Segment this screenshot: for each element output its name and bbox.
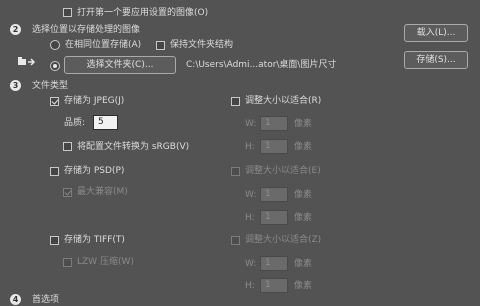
jpeg-width-unit: 像素 <box>294 119 313 129</box>
jpeg-height-input[interactable]: 1 <box>260 139 288 154</box>
psd-height-label: H: <box>245 213 255 223</box>
jpeg-height-label: H: <box>245 142 255 152</box>
tiff-resize-label: 调整大小以适合(Z) <box>245 235 322 245</box>
tiff-height-label: H: <box>245 281 255 291</box>
lzw-checkbox[interactable] <box>63 258 72 267</box>
convert-srgb-label: 将配置文件转换为 sRGB(V) <box>77 142 190 152</box>
quality-label: 品质: <box>64 118 86 128</box>
tiff-height-input[interactable]: 1 <box>260 278 288 293</box>
keep-structure-checkbox[interactable] <box>156 41 165 50</box>
folder-arrow-icon <box>18 57 36 66</box>
convert-srgb-checkbox[interactable] <box>63 142 72 151</box>
save-tiff-checkbox[interactable] <box>50 236 59 245</box>
open-first-checkbox[interactable] <box>63 8 72 17</box>
max-compat-label: 最大兼容(M) <box>77 187 128 197</box>
same-location-label: 在相同位置存储(A) <box>65 40 142 50</box>
step-4-heading: 首选项 <box>32 295 60 305</box>
psd-resize-checkbox[interactable] <box>231 167 240 176</box>
jpeg-height-unit: 像素 <box>294 142 313 152</box>
jpeg-resize-label: 调整大小以适合(R) <box>245 96 322 106</box>
psd-width-input[interactable]: 1 <box>260 187 288 202</box>
jpeg-resize-checkbox[interactable] <box>231 97 240 106</box>
psd-width-unit: 像素 <box>294 190 313 200</box>
tiff-width-input[interactable]: 1 <box>260 256 288 271</box>
choose-folder-button[interactable]: 选择文件夹(C)... <box>64 56 176 74</box>
psd-width-label: W: <box>245 190 257 200</box>
jpeg-width-label: W: <box>245 119 257 129</box>
save-jpeg-label: 存储为 JPEG(J) <box>64 96 125 106</box>
folder-path: C:\Users\Admi...ator\桌面\图片尺寸 <box>186 60 337 70</box>
tiff-resize-checkbox[interactable] <box>231 236 240 245</box>
save-psd-checkbox[interactable] <box>50 167 59 176</box>
tiff-width-label: W: <box>245 259 257 269</box>
max-compat-checkbox[interactable] <box>63 188 72 197</box>
open-first-label: 打开第一个要应用设置的图像(O) <box>77 8 209 18</box>
save-psd-label: 存储为 PSD(P) <box>64 166 125 176</box>
save-tiff-label: 存储为 TIFF(T) <box>64 235 125 245</box>
step-3-heading: 文件类型 <box>32 81 69 91</box>
step-2-heading: 选择位置以存储处理的图像 <box>32 25 141 35</box>
psd-height-unit: 像素 <box>294 213 313 223</box>
choose-folder-radio[interactable] <box>50 61 60 71</box>
quality-input[interactable]: 5 <box>93 115 118 130</box>
keep-structure-label: 保持文件夹结构 <box>170 40 234 50</box>
tiff-height-unit: 像素 <box>294 281 313 291</box>
psd-height-input[interactable]: 1 <box>260 210 288 225</box>
lzw-label: LZW 压缩(W) <box>77 257 134 267</box>
load-button[interactable]: 载入(L)... <box>404 24 468 42</box>
step-3-badge: 3 <box>10 80 21 91</box>
save-jpeg-checkbox[interactable] <box>50 97 59 106</box>
same-location-radio[interactable] <box>50 40 60 50</box>
step-2-badge: 2 <box>10 24 21 35</box>
save-settings-button[interactable]: 存储(S)... <box>404 51 468 69</box>
psd-resize-label: 调整大小以适合(E) <box>245 166 321 176</box>
tiff-width-unit: 像素 <box>294 259 313 269</box>
jpeg-width-input[interactable]: 1 <box>260 116 288 131</box>
